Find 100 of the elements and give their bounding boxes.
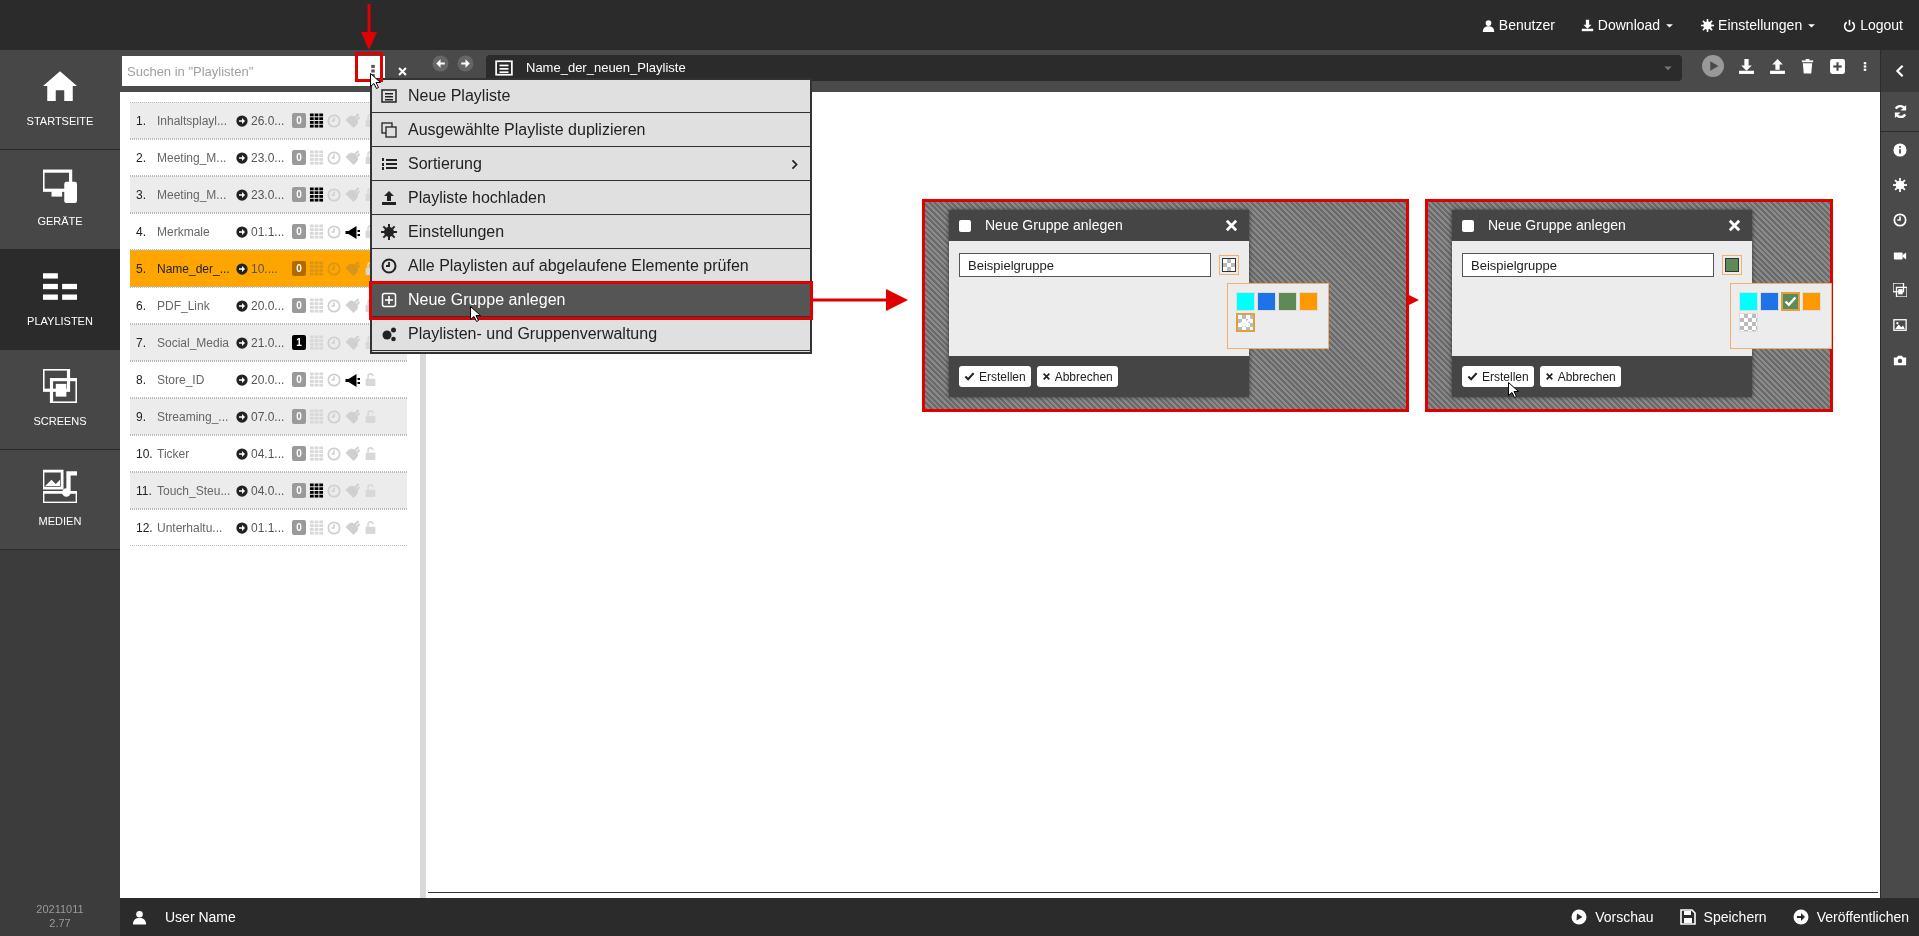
clock-icon [327, 372, 341, 387]
menu-item[interactable]: Alle Playlisten auf abgelaufene Elemente prüfen [372, 250, 810, 283]
playlist-row[interactable]: 9. Streaming_... 07.0... 0 [130, 398, 407, 435]
close-icon[interactable] [1727, 218, 1742, 233]
playlist-row[interactable]: 12. Unterhaltu... 01.1... 0 [130, 509, 407, 546]
menu-item[interactable]: Neue Gruppe anlegen [372, 284, 810, 317]
checkbox[interactable] [1462, 219, 1474, 232]
sidebar-item[interactable]: STARTSEITE [0, 50, 120, 150]
home-icon [43, 69, 77, 104]
dialog-button[interactable]: Erstellen [1462, 366, 1534, 387]
lock-icon [364, 372, 377, 387]
clock-icon [327, 409, 341, 424]
playlist-name: Store_ID [157, 371, 206, 389]
sidebar-item[interactable]: SCREENS [0, 350, 120, 450]
close-icon [1041, 372, 1051, 381]
add-icon[interactable] [1829, 57, 1846, 75]
footer-button[interactable]: Veröffentlichen [1792, 906, 1909, 928]
dialog-button[interactable]: Abbrechen [1539, 366, 1621, 387]
nav-menu-button[interactable]: Benutzer [1481, 14, 1555, 36]
upload-icon[interactable] [1769, 57, 1786, 75]
playlist-name: Social_Media [157, 334, 231, 352]
image-icon[interactable] [1893, 317, 1907, 332]
close-icon[interactable] [397, 65, 408, 77]
arrow-circle-icon [236, 373, 248, 386]
footer-button[interactable]: Vorschau [1571, 906, 1654, 928]
close-icon[interactable] [1224, 218, 1239, 233]
color-picker-button[interactable] [1722, 255, 1742, 275]
date-text: 20.0... [251, 297, 286, 315]
date-text: 04.0... [251, 482, 286, 500]
color-swatch[interactable] [1236, 313, 1255, 332]
info-icon[interactable] [1893, 142, 1907, 157]
save-icon [1679, 909, 1696, 925]
dialog-button[interactable]: Abbrechen [1036, 366, 1118, 387]
color-swatch[interactable] [1760, 292, 1779, 311]
dialog-button[interactable]: Erstellen [959, 366, 1031, 387]
playlist-name: Meeting_M... [157, 186, 228, 204]
menu-item[interactable]: Sortierung [372, 148, 810, 181]
row-number: 2. [136, 149, 147, 167]
back-icon[interactable] [432, 55, 449, 72]
menu-item[interactable]: Playliste hochladen [372, 182, 810, 215]
playlist-row[interactable]: 10. Ticker 04.1... 0 [130, 435, 407, 472]
color-swatch[interactable] [1739, 313, 1758, 332]
input-field[interactable]: Beispielgruppe [1462, 253, 1715, 277]
trash-icon[interactable] [1800, 58, 1815, 74]
sidebar-item[interactable]: PLAYLISTEN [0, 250, 120, 350]
arrow-circle-icon [236, 188, 248, 201]
row-number: 10. [136, 445, 154, 463]
color-swatch[interactable] [1236, 292, 1255, 311]
nav-menu-button[interactable]: Logout [1843, 14, 1903, 36]
menu-item[interactable]: Playlisten- und Gruppenverwaltung [372, 318, 810, 351]
color-swatch[interactable] [1802, 292, 1821, 311]
row-number: 9. [136, 408, 147, 426]
menu-item[interactable]: Neue Playliste [372, 80, 810, 113]
playlist-row[interactable]: 11. Touch_Steu... 04.0... 0 [130, 472, 407, 509]
check-icon [1784, 295, 1797, 308]
color-swatch[interactable] [1278, 292, 1297, 311]
playlist-row[interactable]: 8. Store_ID 20.0... 0 [130, 361, 407, 398]
playlist-name: Touch_Steu... [157, 482, 232, 500]
plus-icon [381, 292, 397, 308]
forward-icon[interactable] [457, 55, 474, 72]
sidebar-item[interactable]: GERÄTE [0, 150, 120, 250]
settings-icon[interactable] [1893, 177, 1907, 192]
play-icon[interactable] [1702, 55, 1724, 77]
row-number: 7. [136, 334, 147, 352]
refresh-icon[interactable] [1892, 104, 1908, 119]
menu-item[interactable]: Ausgewählte Playliste duplizieren [372, 114, 810, 147]
devices-icon [43, 169, 77, 204]
color-swatch[interactable] [1257, 292, 1276, 311]
color-picker-button[interactable] [1219, 255, 1239, 275]
date-text: 01.1... [251, 223, 286, 241]
clock-icon[interactable] [1893, 212, 1907, 227]
date-text: 23.0... [251, 186, 286, 204]
media-icon [43, 469, 77, 504]
sidebar-item[interactable]: MEDIEN [0, 450, 120, 550]
screens-icon[interactable] [1893, 282, 1907, 297]
user-name: User Name [165, 907, 236, 927]
menu-item[interactable]: Einstellungen [372, 216, 810, 249]
list-icon [381, 88, 397, 104]
arrow-circle-icon [236, 484, 248, 497]
color-swatch[interactable] [1739, 292, 1758, 311]
user-icon [132, 909, 147, 925]
input-field[interactable]: Beispielgruppe [959, 253, 1212, 277]
checkbox[interactable] [959, 219, 971, 232]
upload-icon [381, 190, 397, 206]
playlist-name: Name_der_... [157, 260, 231, 278]
megaphone-icon [344, 371, 361, 388]
footer-button[interactable]: Speichern [1679, 906, 1767, 928]
count-badge: 0 [292, 298, 306, 313]
count-badge: 0 [292, 372, 306, 387]
playlist-dropdown[interactable]: Name_der_neuen_Playliste [486, 55, 1682, 81]
color-swatch[interactable] [1781, 292, 1800, 311]
clock-icon [327, 261, 341, 276]
check-icon [964, 371, 975, 382]
color-swatch[interactable] [1299, 292, 1318, 311]
gear-icon [381, 224, 397, 240]
plug-icon [344, 297, 361, 314]
search-field[interactable]: Suchen in "Playlisten" [122, 56, 360, 86]
nav-menu-button[interactable]: Einstellungen [1701, 14, 1818, 36]
download-icon[interactable] [1738, 57, 1755, 75]
nav-menu-button[interactable]: Download [1580, 14, 1676, 36]
